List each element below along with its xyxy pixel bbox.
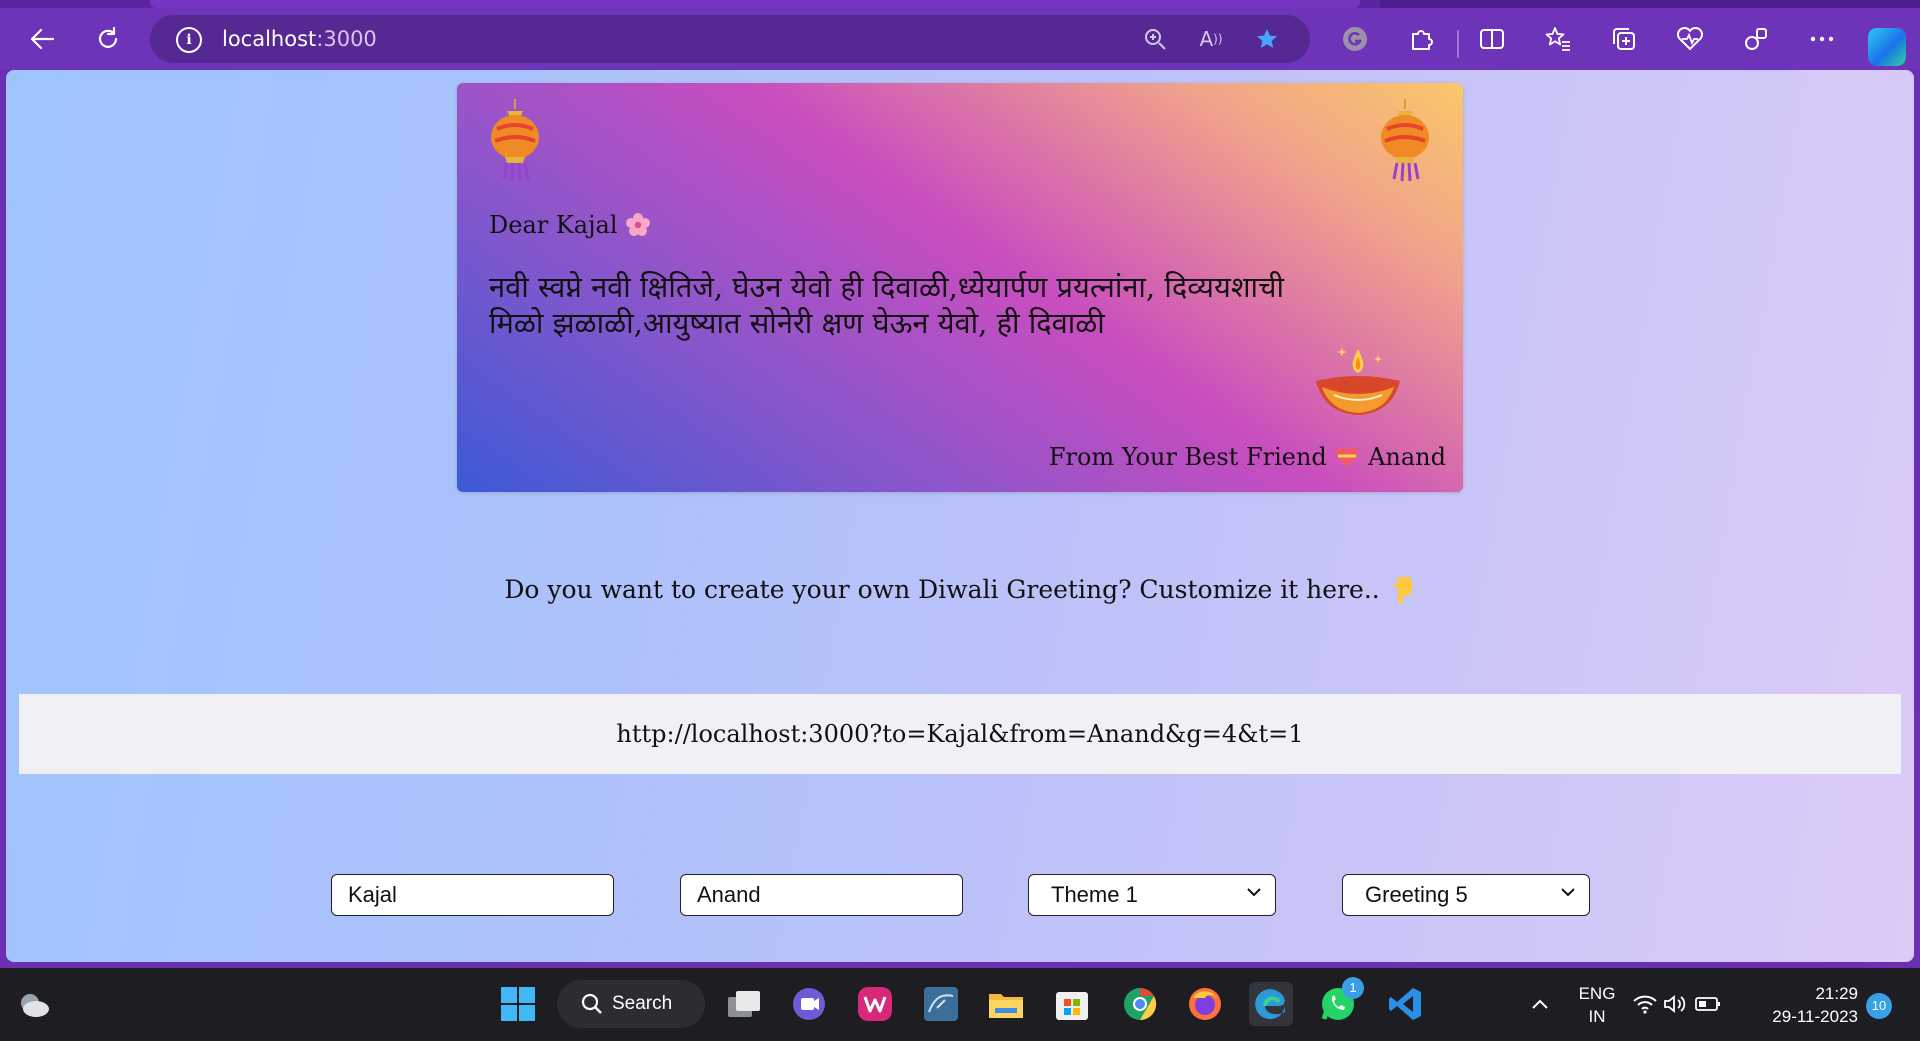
recipient-greeting: Dear Kajal <box>489 211 651 239</box>
diya-icon <box>1316 347 1400 415</box>
back-icon[interactable] <box>22 20 62 58</box>
to-name-value: Kajal <box>348 882 397 907</box>
theme-select[interactable]: Theme 1 <box>1028 874 1276 916</box>
split-screen-icon[interactable] <box>1472 20 1512 58</box>
notification-count-badge[interactable]: 10 <box>1866 993 1892 1019</box>
refresh-icon[interactable] <box>88 20 128 58</box>
volume-icon[interactable] <box>1660 982 1690 1026</box>
search-label: Search <box>612 993 673 1014</box>
chrome-icon[interactable] <box>1118 982 1162 1026</box>
wps-office-icon[interactable] <box>853 982 897 1026</box>
mysql-workbench-icon[interactable] <box>919 982 963 1026</box>
chevron-down-icon <box>1561 884 1575 902</box>
browser-toolbar: i localhost:3000 A)) <box>0 8 1920 70</box>
grammarly-icon[interactable] <box>1335 20 1375 58</box>
language-indicator[interactable]: ENG IN <box>1574 982 1620 1028</box>
teams-chat-icon[interactable] <box>787 982 831 1026</box>
copilot-icon[interactable] <box>1868 28 1906 66</box>
page-viewport: Dear Kajal नवी स्वप्ने नवी क्षितिजे, घेउ… <box>6 70 1914 962</box>
browser-essentials-icon[interactable] <box>1670 20 1710 58</box>
taskbar-search[interactable]: Search <box>557 980 705 1028</box>
zoom-icon[interactable] <box>1140 25 1170 53</box>
tab-strip <box>0 0 1920 8</box>
inactive-tab-edge[interactable] <box>1380 0 1920 8</box>
search-icon <box>581 993 602 1014</box>
theme-selected-value: Theme 1 <box>1051 882 1138 907</box>
windows-taskbar: Search 1 ENG IN 21:29 29-11-2023 10 <box>0 968 1920 1041</box>
start-button-icon[interactable] <box>496 982 540 1026</box>
greeting-card: Dear Kajal नवी स्वप्ने नवी क्षितिजे, घेउ… <box>457 83 1463 492</box>
toolbar-divider <box>1457 30 1459 58</box>
file-explorer-icon[interactable] <box>984 982 1028 1026</box>
more-menu-icon[interactable] <box>1802 20 1842 58</box>
whatsapp-badge: 1 <box>1342 977 1364 999</box>
edge-icon[interactable] <box>1249 982 1293 1026</box>
from-name-input[interactable]: Anand <box>680 874 963 916</box>
read-aloud-icon[interactable]: A)) <box>1196 25 1226 53</box>
from-name-value: Anand <box>697 882 761 907</box>
favorite-star-icon[interactable] <box>1252 25 1282 53</box>
greeting-select[interactable]: Greeting 5 <box>1342 874 1590 916</box>
clock[interactable]: 21:29 29-11-2023 <box>1756 982 1858 1028</box>
lantern-icon <box>1381 99 1429 181</box>
battery-icon[interactable] <box>1692 982 1724 1026</box>
pointing-down-hand-icon <box>1393 577 1412 604</box>
site-info-icon[interactable]: i <box>176 27 202 53</box>
weather-icon[interactable] <box>12 982 56 1026</box>
task-view-icon[interactable] <box>722 982 766 1026</box>
vscode-icon[interactable] <box>1383 982 1427 1026</box>
active-tab-edge[interactable] <box>150 0 1360 8</box>
customize-prompt: Do you want to create your own Diwali Gr… <box>6 575 1914 604</box>
wifi-icon[interactable] <box>1630 982 1660 1026</box>
heart-gift-icon <box>1336 447 1359 467</box>
clock-date: 29-11-2023 <box>1772 1007 1858 1026</box>
blossom-icon <box>626 213 651 236</box>
greeting-selected-value: Greeting 5 <box>1365 882 1468 907</box>
chevron-down-icon <box>1247 884 1261 902</box>
share-link-text[interactable]: http://localhost:3000?to=Kajal&from=Anan… <box>616 720 1303 748</box>
greeting-message: नवी स्वप्ने नवी क्षितिजे, घेउन येवो ही द… <box>489 270 1284 340</box>
share-link-box[interactable]: http://localhost:3000?to=Kajal&from=Anan… <box>19 694 1901 774</box>
favorites-icon[interactable] <box>1538 20 1578 58</box>
settings-sync-icon[interactable] <box>1736 20 1776 58</box>
clock-time: 21:29 <box>1815 984 1858 1003</box>
extensions-icon[interactable] <box>1401 20 1441 58</box>
firefox-icon[interactable] <box>1183 982 1227 1026</box>
chevron-up-icon[interactable] <box>1518 982 1562 1026</box>
address-bar[interactable]: i localhost:3000 A)) <box>150 15 1310 63</box>
sender-line: From Your Best Friend Anand <box>1048 443 1446 471</box>
microsoft-store-icon[interactable] <box>1050 982 1094 1026</box>
to-name-input[interactable]: Kajal <box>331 874 614 916</box>
lantern-icon <box>491 99 539 181</box>
collections-icon[interactable] <box>1604 20 1644 58</box>
address-url[interactable]: localhost:3000 <box>222 27 377 51</box>
